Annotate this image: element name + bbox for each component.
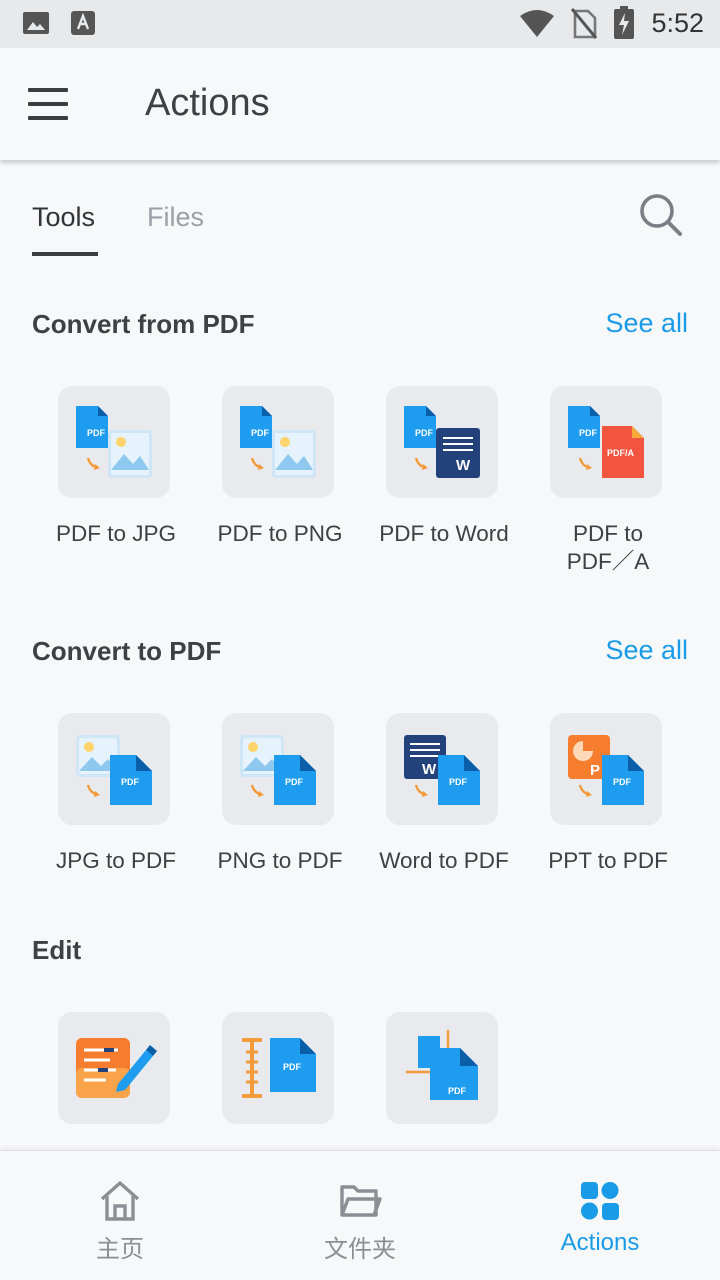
- svg-text:PDF: PDF: [121, 777, 140, 787]
- home-icon: [100, 1181, 140, 1221]
- svg-text:PDF: PDF: [415, 428, 434, 438]
- svg-text:PDF: PDF: [448, 1086, 467, 1096]
- nav-label-folder: 文件夹: [324, 1236, 396, 1263]
- tool-label: PDF to JPG: [55, 521, 177, 546]
- svg-text:PDF: PDF: [579, 428, 598, 438]
- folder-icon: [340, 1185, 382, 1217]
- tool-label: Word to PDF: [379, 848, 509, 873]
- nav-home[interactable]: 主页: [0, 1151, 240, 1280]
- svg-text:W: W: [422, 761, 437, 778]
- font-notification-icon: [71, 11, 95, 35]
- nav-label-home: 主页: [96, 1236, 144, 1263]
- compress-pdf-icon: PDF: [222, 1012, 334, 1124]
- search-icon[interactable]: [636, 190, 686, 240]
- no-sim-icon: [571, 8, 598, 39]
- battery-charging-icon: [614, 6, 635, 39]
- svg-text:PDF: PDF: [285, 777, 304, 787]
- see-all-convert-from-pdf[interactable]: See all: [605, 308, 688, 339]
- status-bar: 5:52: [0, 0, 720, 48]
- png-to-pdf-icon: PDF: [222, 713, 334, 825]
- nav-actions[interactable]: Actions: [480, 1151, 720, 1280]
- tool-label: PPT to PDF: [548, 848, 668, 873]
- see-all-convert-to-pdf[interactable]: See all: [605, 635, 688, 666]
- status-time: 5:52: [651, 7, 704, 38]
- svg-text:PDF: PDF: [283, 1062, 302, 1072]
- tool-label: JPG to PDF: [55, 848, 177, 873]
- section-title-edit: Edit: [32, 935, 82, 965]
- svg-text:PDF: PDF: [251, 428, 270, 438]
- jpg-to-pdf-icon: PDF: [58, 713, 170, 825]
- tool-label: PDF to PNG: [217, 521, 343, 546]
- word-to-pdf-icon: W PDF: [386, 713, 498, 825]
- wifi-icon: [520, 10, 555, 37]
- pdf-to-jpg-icon: PDF: [58, 386, 170, 498]
- svg-text:PDF: PDF: [449, 777, 468, 787]
- tab-tools[interactable]: Tools: [32, 202, 95, 233]
- menu-button[interactable]: [26, 86, 70, 122]
- svg-text:PDF: PDF: [87, 428, 106, 438]
- svg-text:W: W: [456, 457, 471, 474]
- active-tab-indicator: [32, 252, 98, 256]
- image-notification-icon: [23, 12, 49, 34]
- svg-text:PDF: PDF: [613, 777, 632, 787]
- tool-label: PDF to Word: [379, 521, 509, 546]
- tool-label: PDF to PDF／A: [566, 521, 650, 574]
- pdf-to-png-icon: PDF: [222, 386, 334, 498]
- pdf-to-word-icon: PDF W: [386, 386, 498, 498]
- svg-text:PDF/A: PDF/A: [607, 448, 635, 458]
- tool-label: PNG to PDF: [217, 848, 343, 873]
- tab-files[interactable]: Files: [147, 202, 204, 233]
- nav-label-actions: Actions: [560, 1229, 640, 1256]
- section-title-convert-to-pdf: Convert to PDF: [32, 636, 222, 666]
- pdf-to-pdfa-icon: PDF PDF/A: [550, 386, 662, 498]
- nav-folder[interactable]: 文件夹: [240, 1151, 480, 1280]
- crop-pdf-icon: PDF: [386, 1012, 498, 1124]
- page-title: Actions: [145, 82, 270, 124]
- section-title-convert-from-pdf: Convert from PDF: [32, 309, 255, 339]
- tab-bar: Tools Files: [0, 190, 720, 260]
- bottom-navigation: 主页 文件夹 Actions: [0, 1150, 720, 1280]
- app-bar: Actions: [0, 48, 720, 160]
- ppt-to-pdf-icon: P PDF: [550, 713, 662, 825]
- edit-text-icon: [58, 1012, 170, 1124]
- actions-grid-icon: [581, 1182, 619, 1220]
- svg-text:P: P: [590, 762, 600, 779]
